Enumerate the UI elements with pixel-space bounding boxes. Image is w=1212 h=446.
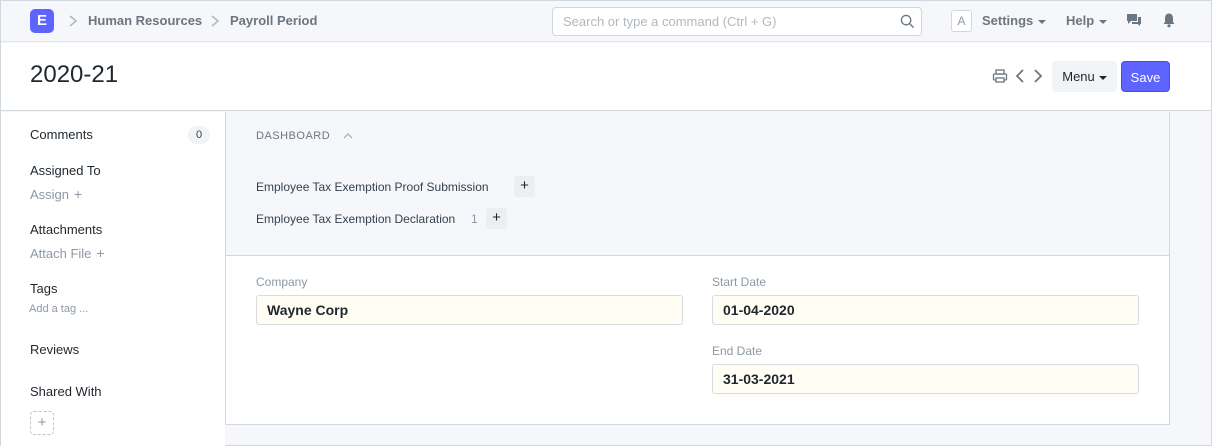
caret-down-icon xyxy=(1098,75,1107,80)
add-tag-input[interactable]: Add a tag ... xyxy=(29,303,88,315)
page-title: 2020-21 xyxy=(30,61,119,88)
settings-label: Settings xyxy=(982,13,1034,28)
assign-label: Assign xyxy=(30,187,70,202)
caret-down-icon xyxy=(1099,19,1108,24)
add-share-button[interactable]: + xyxy=(30,411,54,435)
navbar: E Human Resources Payroll Period A Setti… xyxy=(1,1,1211,42)
form-sidebar: Comments 0 Assigned To Assign + Attachmen… xyxy=(1,112,225,446)
company-field[interactable]: Wayne Corp xyxy=(256,295,683,325)
form-main: DASHBOARD Employee Tax Exemption Proof S… xyxy=(225,112,1170,425)
shared-with-label: Shared With xyxy=(30,384,102,399)
breadcrumb-human-resources[interactable]: Human Resources xyxy=(88,13,202,28)
chevron-up-icon[interactable] xyxy=(342,131,354,141)
dashboard-section: DASHBOARD Employee Tax Exemption Proof S… xyxy=(226,112,1169,256)
help-dropdown[interactable]: Help xyxy=(1066,13,1108,28)
attach-file-label: Attach File xyxy=(30,246,92,261)
app-logo[interactable]: E xyxy=(30,9,54,33)
chevron-right-icon[interactable] xyxy=(1030,68,1046,84)
menu-label: Menu xyxy=(1062,69,1095,84)
bell-icon[interactable] xyxy=(1161,12,1177,28)
chat-icon[interactable] xyxy=(1126,12,1142,28)
help-label: Help xyxy=(1066,13,1095,28)
print-icon[interactable] xyxy=(992,68,1008,84)
dashboard-link-proof-submission[interactable]: Employee Tax Exemption Proof Submission xyxy=(256,180,489,194)
comments-label: Comments xyxy=(30,127,93,142)
add-declaration-button[interactable]: + xyxy=(486,208,507,229)
page-head: 2020-21 Menu Save xyxy=(1,43,1211,111)
dashboard-heading[interactable]: DASHBOARD xyxy=(256,130,330,142)
assigned-to-label: Assigned To xyxy=(30,163,101,178)
chevron-right-icon xyxy=(211,15,220,27)
declaration-count: 1 xyxy=(471,212,478,226)
attach-file-action[interactable]: Attach File + xyxy=(30,245,105,261)
add-proof-submission-button[interactable]: + xyxy=(514,176,535,197)
start-date-label: Start Date xyxy=(712,275,767,289)
search-input[interactable] xyxy=(553,8,893,35)
avatar[interactable]: A xyxy=(951,10,972,32)
dashboard-link-declaration[interactable]: Employee Tax Exemption Declaration xyxy=(256,212,455,226)
end-date-label: End Date xyxy=(712,344,763,358)
breadcrumb-payroll-period[interactable]: Payroll Period xyxy=(230,13,317,28)
assign-action[interactable]: Assign + xyxy=(30,186,82,202)
company-label: Company xyxy=(256,275,308,289)
search-icon[interactable] xyxy=(900,14,915,29)
plus-icon: + xyxy=(74,186,83,202)
comments-count-badge: 0 xyxy=(188,126,210,144)
tags-label: Tags xyxy=(30,281,58,296)
caret-down-icon xyxy=(1038,19,1047,24)
end-date-field[interactable]: 31-03-2021 xyxy=(712,364,1139,394)
chevron-left-icon[interactable] xyxy=(1013,68,1029,84)
chevron-right-icon xyxy=(69,15,78,27)
attachments-label: Attachments xyxy=(30,222,103,237)
settings-dropdown[interactable]: Settings xyxy=(982,13,1047,28)
plus-icon: + xyxy=(96,245,105,261)
reviews-label: Reviews xyxy=(30,342,80,357)
start-date-field[interactable]: 01-04-2020 xyxy=(712,295,1139,325)
menu-button[interactable]: Menu xyxy=(1052,61,1117,92)
save-button[interactable]: Save xyxy=(1121,61,1170,92)
search-box xyxy=(552,7,922,36)
